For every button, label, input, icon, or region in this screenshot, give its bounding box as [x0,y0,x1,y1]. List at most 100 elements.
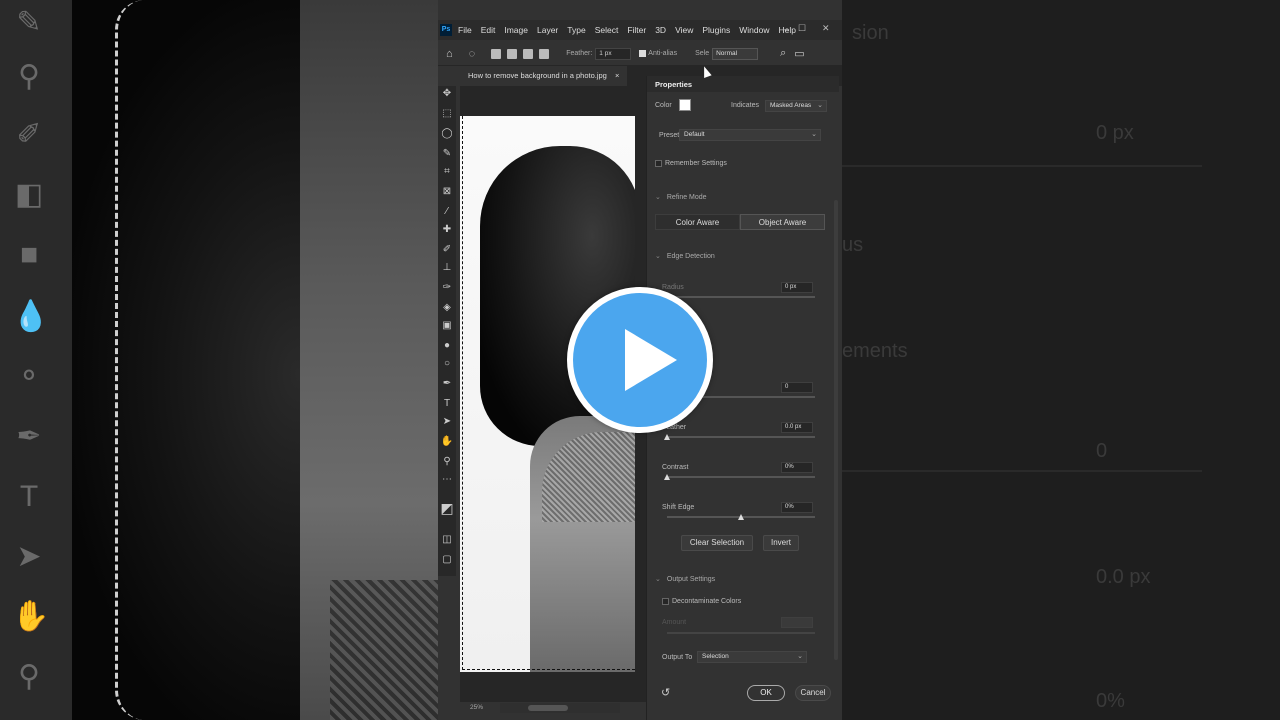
reset-icon[interactable]: ↺ [661,686,670,699]
preset-label: Preset [659,132,680,139]
cancel-button[interactable]: Cancel [795,685,831,701]
antialias-checkbox[interactable] [639,50,647,57]
menu-plugins[interactable]: Plugins [702,25,730,35]
document-tab[interactable]: How to remove background in a photo.jpg … [460,66,628,86]
zoom-level[interactable]: 25% [470,704,483,711]
lasso-icon[interactable]: ◌ [469,48,476,60]
close-tab-icon[interactable]: × [615,71,619,80]
feather-slider-knob[interactable] [664,434,670,440]
preset-dropdown[interactable]: Default ⌄ [679,129,821,141]
background-left-blur: ✎ ⚲ ✐ ◧ ■ 💧 ⚬ ✒ T ➤ ✋ ⚲ [0,0,438,720]
amount-label: Amount [662,619,687,626]
quick-mask-icon[interactable]: ◫ [438,532,456,548]
remember-settings-checkbox[interactable] [655,160,662,167]
color-aware-button[interactable]: Color Aware [655,214,740,230]
menu-filter[interactable]: Filter [627,25,646,35]
healing-tool-icon[interactable]: ✚ [438,222,456,238]
radius-input[interactable]: 0 px [781,282,813,293]
object-aware-button[interactable]: Object Aware [740,214,825,230]
feather-slider-track[interactable] [667,436,815,438]
minimize-button[interactable]: — [780,24,789,34]
feather-input[interactable]: 1 px [595,47,632,60]
color-swatches-icon[interactable]: ◩ [438,500,456,516]
contrast-input[interactable]: 0% [781,462,813,473]
background-ghost-text: sion [852,22,889,44]
menu-window[interactable]: Window [739,25,769,35]
smooth-input[interactable]: 0 [781,382,813,393]
invert-button[interactable]: Invert [763,535,799,551]
blur-tool-icon[interactable]: ● [438,338,456,354]
menu-view[interactable]: View [675,25,693,35]
contrast-slider-knob[interactable] [664,474,670,480]
path-select-tool-icon[interactable]: ➤ [438,414,456,430]
type-tool-icon[interactable]: T [438,396,456,412]
menu-file[interactable]: File [458,25,472,35]
feather-input[interactable]: 0.0 px [781,422,813,433]
stamp-icon: ⚲ [18,60,40,93]
chevron-down-icon: ⌄ [655,253,661,260]
radius-slider-track[interactable] [667,296,815,298]
subtract-selection-icon[interactable] [523,48,534,59]
hand-tool-icon[interactable]: ✋ [438,434,456,450]
menu-3d[interactable]: 3D [655,25,666,35]
quick-select-tool-icon[interactable]: ✎ [438,146,456,162]
menu-select[interactable]: Select [595,25,619,35]
crop-tool-icon[interactable]: ⌗ [438,164,456,180]
indicates-dropdown[interactable]: Masked Areas ⌄ [765,100,827,112]
dodge-tool-icon[interactable]: ○ [438,356,456,372]
output-settings-section[interactable]: ⌄ Output Settings [655,575,715,583]
select-mask-label[interactable]: Sele [695,50,709,57]
play-button[interactable] [567,287,713,433]
menu-edit[interactable]: Edit [481,25,496,35]
mode-select[interactable]: Normal [712,47,759,60]
search-icon[interactable]: ⌕ [780,47,786,60]
brush-icon: ✎ [16,6,42,39]
output-to-dropdown[interactable]: Selection ⌄ [697,651,807,663]
stamp-tool-icon[interactable]: ⊥ [438,260,456,276]
clear-selection-button[interactable]: Clear Selection [681,535,753,551]
eraser-tool-icon[interactable]: ◈ [438,300,456,316]
frame-tool-icon[interactable]: ⊠ [438,184,456,200]
edge-detection-section[interactable]: ⌄ Edge Detection [655,252,715,260]
maximize-button[interactable]: ☐ [798,23,806,34]
contrast-slider-track[interactable] [667,476,815,478]
gradient-tool-icon[interactable]: ▣ [438,318,456,334]
new-selection-icon[interactable] [491,48,502,59]
background-ghost-value: 0 [1096,440,1108,462]
home-icon[interactable]: ⌂ [446,48,453,60]
marquee-tool-icon[interactable]: ⬚ [438,106,456,122]
shift-edge-input[interactable]: 0% [781,502,813,513]
pen-tool-icon[interactable]: ✒ [438,376,456,392]
screen-mode-icon[interactable]: ▢ [438,552,456,568]
overlay-color-swatch[interactable] [679,99,691,111]
horizontal-scroll-thumb[interactable] [528,705,568,711]
chevron-down-icon: ⌄ [655,576,661,583]
lasso-tool-icon[interactable]: ◯ [438,126,456,142]
shift-edge-slider-knob[interactable] [738,514,744,520]
background-toolstrip: ✎ ⚲ ✐ ◧ ■ 💧 ⚬ ✒ T ➤ ✋ ⚲ [0,0,72,720]
properties-tab[interactable]: Properties [647,76,839,92]
brush-tool-icon[interactable]: ✐ [438,242,456,258]
pen-icon: ✒ [16,420,42,453]
properties-scrollbar[interactable] [834,200,838,660]
refine-mode-label: Refine Mode [666,194,707,201]
add-selection-icon[interactable] [507,48,518,59]
output-settings-label: Output Settings [666,576,716,583]
menu-image[interactable]: Image [504,25,528,35]
zoom-tool-icon[interactable]: ⚲ [438,454,456,470]
refine-mode-section[interactable]: ⌄ Refine Mode [655,193,707,201]
more-tools-icon[interactable]: ⋯ [438,472,456,488]
eyedropper-tool-icon[interactable]: ⁄ [438,204,456,220]
feather-label: Feather: [566,50,593,57]
close-window-button[interactable]: ✕ [822,23,830,34]
menu-type[interactable]: Type [567,25,585,35]
intersect-selection-icon[interactable] [539,48,550,59]
ok-button[interactable]: OK [747,685,785,701]
horizontal-scrollbar[interactable] [500,703,620,713]
menu-layer[interactable]: Layer [537,25,558,35]
workspace-icon[interactable]: ▭ [794,47,804,60]
background-ghost-value: 0 px [1096,122,1134,144]
history-brush-tool-icon[interactable]: ✑ [438,280,456,296]
decontaminate-checkbox[interactable] [662,598,669,605]
move-tool-icon[interactable]: ✥ [438,86,456,102]
